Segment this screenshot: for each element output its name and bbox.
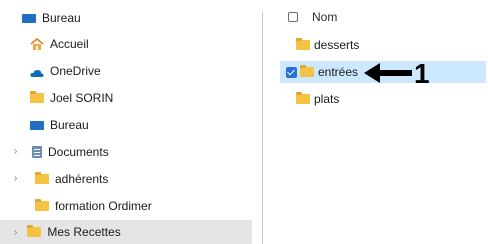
nav-item-label: Bureau [50,118,89,132]
home-icon [30,37,44,50]
annotation-number: 1 [414,58,430,89]
file-name: plats [314,92,340,106]
folder-icon [27,225,42,237]
nav-item-accueil[interactable]: Accueil [0,32,89,56]
pane-divider[interactable] [262,12,263,244]
nav-item-label: adhérents [55,172,109,186]
row-checkbox[interactable] [286,66,297,78]
nav-item-bureau[interactable]: Bureau [0,113,89,137]
nav-item-adherents[interactable]: adhérents [0,167,108,191]
file-list: Nom desserts entrées plats [272,0,488,244]
file-name: entrées [318,65,359,79]
arrow-left-icon [364,61,412,88]
folder-icon [296,92,310,104]
nav-item-onedrive[interactable]: OneDrive [0,59,101,83]
nav-item-mes-recettes[interactable]: › Mes Recettes [0,220,252,244]
file-row-plats[interactable]: plats [296,88,339,110]
nav-item-label: Joel SORIN [50,91,114,105]
nav-item-label: Mes Recettes [47,225,121,239]
folder-icon [35,199,49,211]
nav-item-label: Bureau [42,11,81,25]
folder-icon [300,65,314,77]
cloud-icon [30,67,44,77]
nav-item-label: formation Ordimer [55,199,152,213]
nav-item-joel-sorin[interactable]: Joel SORIN [0,86,113,110]
column-header-label: Nom [312,10,338,24]
desktop-icon [22,13,36,23]
select-all-checkbox[interactable] [288,12,298,22]
navigation-pane: Bureau Accueil OneDrive Joel SORIN Burea… [0,0,262,244]
nav-item-label: OneDrive [50,64,101,78]
document-icon [32,146,42,158]
nav-item-documents[interactable]: Documents [0,140,109,164]
nav-item-formation-ordimer[interactable]: formation Ordimer [0,194,152,218]
nav-item-label: Documents [48,145,109,159]
folder-icon [30,91,44,103]
annotation-callout: 1 [364,60,430,88]
folder-icon [296,38,310,50]
folder-icon [35,172,49,184]
file-row-desserts[interactable]: desserts [296,34,359,56]
nav-item-bureau-pinned[interactable]: Bureau [0,6,81,30]
expand-arrow-icon[interactable]: › [14,227,17,238]
nav-item-label: Accueil [50,37,89,51]
file-name: desserts [314,38,360,52]
column-header-nom[interactable]: Nom [288,6,337,28]
desktop-icon [30,120,44,130]
